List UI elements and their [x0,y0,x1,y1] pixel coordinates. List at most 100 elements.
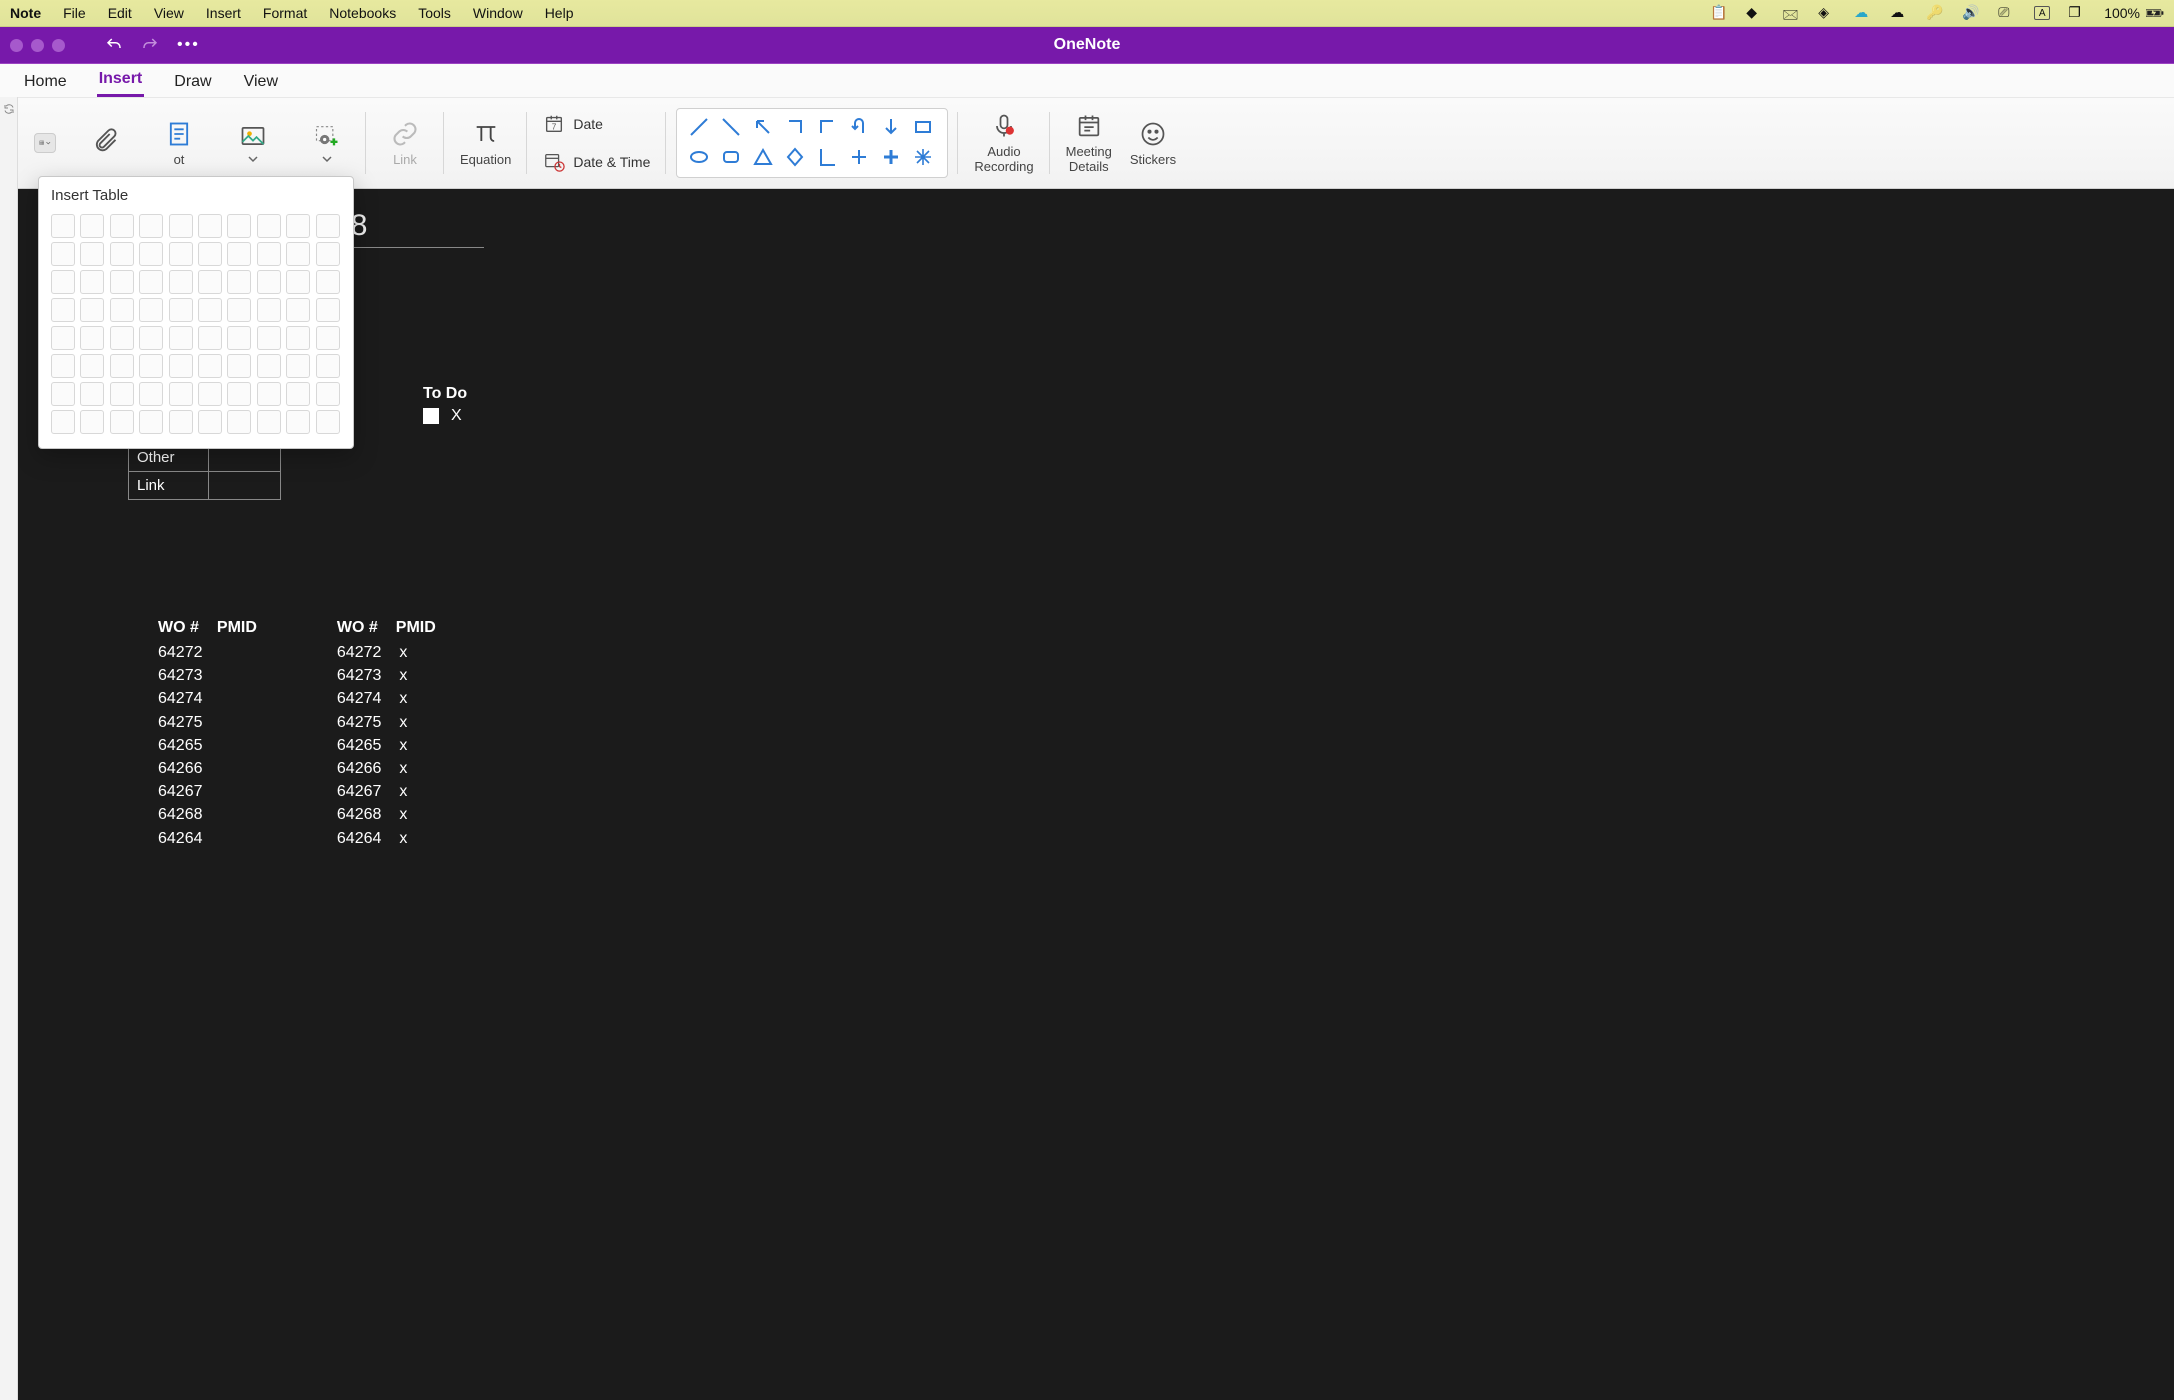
diamond-icon[interactable]: ◆ [1746,4,1764,22]
table-grid-cell[interactable] [51,382,75,406]
menu-notebooks[interactable]: Notebooks [329,5,396,21]
table-grid-cell[interactable] [316,214,340,238]
battery-indicator[interactable]: 100% [2104,4,2164,22]
table-grid-cell[interactable] [110,382,134,406]
redo-icon[interactable] [141,36,159,54]
table-grid-cell[interactable] [139,326,163,350]
table-grid-cell[interactable] [257,410,281,434]
table-grid-cell[interactable] [51,410,75,434]
table-grid-cell[interactable] [227,354,251,378]
table-grid-cell[interactable] [80,326,104,350]
table-grid-cell[interactable] [316,270,340,294]
close-window-icon[interactable] [10,39,23,52]
menu-tools[interactable]: Tools [418,5,451,21]
shape-roundrect[interactable] [719,145,743,169]
shape-arrow-upleft[interactable] [751,115,775,139]
table-grid-cell[interactable] [51,270,75,294]
menu-insert[interactable]: Insert [206,5,241,21]
table-grid-cell[interactable] [227,242,251,266]
table-grid-cell[interactable] [198,298,222,322]
onedrive-icon[interactable]: ☁ [1890,4,1908,22]
more-icon[interactable]: ••• [177,36,200,54]
table-grid-cell[interactable] [257,354,281,378]
table-grid-cell[interactable] [286,242,310,266]
table-grid-cell[interactable] [286,298,310,322]
printout-button[interactable]: ot [150,102,208,184]
app-menu[interactable]: Note [10,5,41,21]
link-button[interactable]: Link [376,102,434,184]
table-grid-cell[interactable] [286,326,310,350]
table-grid-cell[interactable] [139,270,163,294]
zoom-window-icon[interactable] [52,39,65,52]
list-item[interactable]: 64268x [337,803,436,826]
tab-view[interactable]: View [242,67,280,97]
table-grid-cell[interactable] [51,242,75,266]
table-grid-cell[interactable] [257,382,281,406]
shape-rect[interactable] [911,115,935,139]
shape-arrow-down[interactable] [879,115,903,139]
table-grid-cell[interactable] [80,354,104,378]
cloud-icon[interactable]: ☁ [1854,4,1872,22]
shape-axes[interactable] [815,145,839,169]
table-grid-cell[interactable] [198,410,222,434]
page-title[interactable]: /18 [134,209,2174,247]
date-button[interactable]: 7 Date [537,109,609,139]
table-grid-cell[interactable] [110,242,134,266]
table-grid-cell[interactable] [316,354,340,378]
table-grid-cell[interactable] [51,326,75,350]
table-grid-cell[interactable] [169,214,193,238]
todo-item[interactable]: X [423,407,467,425]
table-grid-cell[interactable] [169,326,193,350]
list-item[interactable]: 64274 [158,687,257,710]
shape-star[interactable] [911,145,935,169]
minimize-window-icon[interactable] [31,39,44,52]
list-item[interactable]: 64265 [158,734,257,757]
list-item[interactable]: 64266 [158,757,257,780]
wo-col-right[interactable]: WO # PMID 64272x64273x64274x64275x64265x… [337,619,436,850]
table-grid-cell[interactable] [257,242,281,266]
equation-button[interactable]: Equation [454,102,517,184]
menu-view[interactable]: View [154,5,184,21]
menu-edit[interactable]: Edit [108,5,132,21]
table-grid-cell[interactable] [80,214,104,238]
table-grid-cell[interactable] [139,354,163,378]
list-item[interactable]: 64267 [158,780,257,803]
list-item[interactable]: 64264x [337,827,436,850]
menu-help[interactable]: Help [545,5,574,21]
table-grid-cell[interactable] [51,354,75,378]
table-grid-cell[interactable] [80,242,104,266]
table-grid-cell[interactable] [227,382,251,406]
clipboard-icon[interactable]: 📋 [1710,4,1728,22]
list-item[interactable]: 64272 [158,641,257,664]
table-grid-cell[interactable] [227,410,251,434]
table-grid-cell[interactable] [316,298,340,322]
wo-col-left[interactable]: WO # PMID 642726427364274642756426564266… [158,619,257,850]
window-controls[interactable] [10,39,65,52]
outlook-icon[interactable]: 🖂 [1782,4,1800,22]
table-grid-cell[interactable] [51,214,75,238]
table-grid-cell[interactable] [139,242,163,266]
table-grid-cell[interactable] [80,410,104,434]
table-grid-cell[interactable] [286,354,310,378]
table-grid-cell[interactable] [80,270,104,294]
todo-block[interactable]: To Do X [423,385,467,425]
screen-clipping-button[interactable] [298,102,356,184]
pictures-button[interactable] [224,102,282,184]
table-grid-cell[interactable] [227,214,251,238]
table-grid-cell[interactable] [286,410,310,434]
cube-icon[interactable]: ◈ [1818,4,1836,22]
table-grid-cell[interactable] [80,298,104,322]
stickers-button[interactable]: Stickers [1124,102,1182,184]
table-grid-cell[interactable] [286,214,310,238]
menu-window[interactable]: Window [473,5,523,21]
table-grid-cell[interactable] [80,382,104,406]
table-grid-cell[interactable] [110,270,134,294]
datetime-button[interactable]: Date & Time [537,147,656,177]
table-grid-cell[interactable] [257,214,281,238]
table-grid-cell[interactable] [316,242,340,266]
shape-triangle[interactable] [751,145,775,169]
table-grid-cell[interactable] [198,326,222,350]
table-grid-cell[interactable] [169,242,193,266]
list-item[interactable]: 64275x [337,711,436,734]
screens-icon[interactable]: ❐ [2068,4,2086,22]
